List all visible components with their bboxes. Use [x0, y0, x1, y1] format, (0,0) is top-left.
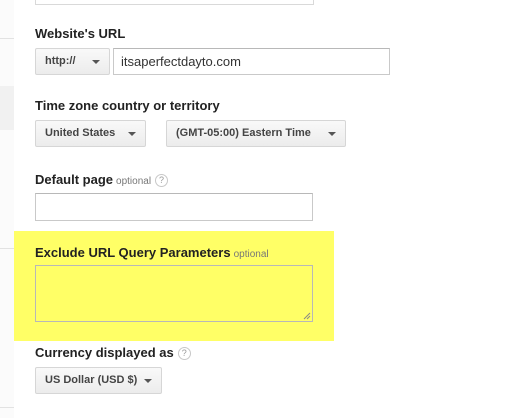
protocol-value: http://	[45, 55, 76, 67]
website-url-label: Website's URL	[35, 26, 126, 41]
timezone-zone-value: (GMT-05:00) Eastern Time	[176, 127, 311, 139]
rail-selected-item	[0, 86, 14, 130]
rail-divider	[0, 248, 14, 249]
protocol-dropdown[interactable]: http://	[35, 48, 110, 75]
timezone-country-dropdown[interactable]: United States	[35, 120, 146, 147]
left-nav-rail	[0, 0, 14, 418]
help-icon[interactable]: ?	[155, 174, 169, 188]
website-url-input[interactable]: itsaperfectdayto.com	[113, 48, 390, 75]
optional-tag: optional	[233, 249, 269, 260]
timezone-zone-dropdown[interactable]: (GMT-05:00) Eastern Time	[166, 120, 346, 147]
help-icon[interactable]: ?	[177, 347, 191, 361]
currency-label: Currency displayed as?	[35, 345, 191, 361]
exclude-params-textarea[interactable]	[35, 265, 313, 322]
chevron-down-icon	[144, 379, 152, 383]
chevron-down-icon	[92, 60, 100, 64]
property-name-input[interactable]	[35, 0, 314, 5]
chevron-down-icon	[328, 132, 336, 136]
rail-divider	[0, 407, 14, 408]
currency-value: US Dollar (USD $)	[45, 374, 138, 386]
currency-dropdown[interactable]: US Dollar (USD $)	[35, 367, 162, 394]
exclude-params-label-text: Exclude URL Query Parameters	[35, 245, 231, 260]
resize-grip-icon[interactable]	[303, 312, 311, 320]
rail-divider	[0, 38, 14, 39]
timezone-country-value: United States	[45, 127, 116, 139]
timezone-label: Time zone country or territory	[35, 98, 220, 113]
default-page-label: Default page optional?	[35, 172, 169, 188]
exclude-params-label: Exclude URL Query Parameters optional	[35, 245, 269, 260]
website-url-value: itsaperfectdayto.com	[121, 54, 241, 69]
currency-label-text: Currency displayed as	[35, 345, 174, 360]
default-page-input[interactable]	[35, 193, 313, 221]
default-page-label-text: Default page	[35, 172, 114, 187]
optional-tag: optional	[116, 176, 152, 187]
chevron-down-icon	[128, 132, 136, 136]
